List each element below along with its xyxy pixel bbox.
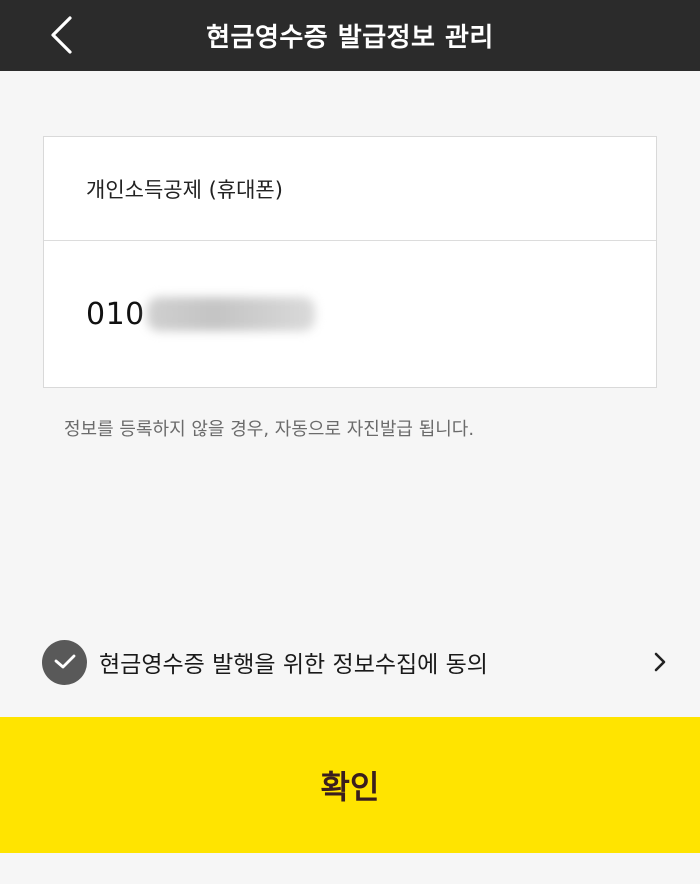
agreement-label: 현금영수증 발행을 위한 정보수집에 동의 (99, 652, 488, 678)
auto-issue-notice: 정보를 등록하지 않을 경우, 자동으로 자진발급 됩니다. (64, 419, 475, 440)
phone-prefix: 010 (86, 296, 145, 332)
agreement-row[interactable]: 현금영수증 발행을 위한 정보수집에 동의 (42, 639, 672, 685)
chevron-left-icon (51, 16, 72, 54)
check-icon (54, 654, 75, 669)
bottom-spacer (0, 853, 700, 884)
page-title: 현금영수증 발급정보 관리 (206, 23, 494, 53)
confirm-button[interactable]: 확인 (0, 717, 700, 853)
back-button[interactable] (36, 10, 86, 60)
chevron-right-icon[interactable] (648, 650, 672, 674)
receipt-type-selector[interactable]: 개인소득공제 (휴대폰) (44, 137, 656, 241)
phone-number-field[interactable]: 010 (44, 241, 656, 387)
check-circle-icon[interactable] (42, 639, 87, 685)
phone-number-masked (146, 297, 315, 331)
app-screen: 현금영수증 발급정보 관리 개인소득공제 (휴대폰) 010 정보를 등록하지 … (0, 0, 700, 884)
top-app-bar: 현금영수증 발급정보 관리 (0, 0, 700, 71)
receipt-info-card: 개인소득공제 (휴대폰) 010 (43, 136, 657, 388)
receipt-type-label: 개인소득공제 (휴대폰) (86, 177, 283, 202)
